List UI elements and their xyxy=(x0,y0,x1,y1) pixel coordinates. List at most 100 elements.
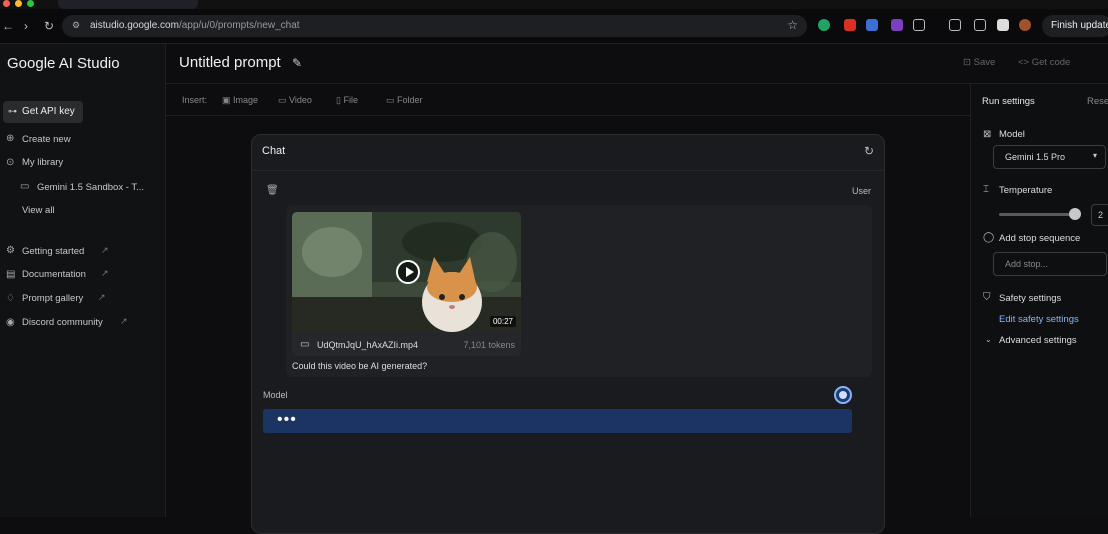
refresh-icon[interactable]: ↻ xyxy=(864,144,874,158)
user-role-label[interactable]: User xyxy=(852,186,871,196)
reset-button[interactable]: Rese xyxy=(1087,96,1108,107)
address-bar[interactable]: ⚙ aistudio.google.com/app/u/0/prompts/ne… xyxy=(62,15,807,37)
run-settings-title: Run settings xyxy=(982,96,1035,107)
stop-sequence-label: Add stop sequence xyxy=(999,233,1081,244)
typing-indicator: ••• xyxy=(277,411,297,428)
insert-folder-button[interactable]: ▭ Folder xyxy=(386,95,423,106)
temperature-label: Temperature xyxy=(999,185,1053,196)
video-duration: 00:27 xyxy=(489,316,516,327)
video-filename: UdQtmJqU_hAxAZIi.mp4 xyxy=(317,340,419,350)
key-icon: ⊶ xyxy=(8,106,17,116)
insert-folder-label: Folder xyxy=(397,95,423,105)
user-prompt-text[interactable]: Could this video be AI generated? xyxy=(292,361,427,371)
extension-icon[interactable] xyxy=(818,19,830,31)
sidebar-item-discord-community[interactable]: Discord community xyxy=(22,317,103,328)
extension-icon[interactable] xyxy=(891,19,903,31)
insert-file-label: File xyxy=(343,95,358,105)
chat-divider xyxy=(252,170,884,171)
external-link-icon: ↗ xyxy=(98,292,106,302)
image-icon: ▣ xyxy=(222,95,234,105)
finish-update-button[interactable]: Finish update xyxy=(1042,15,1108,37)
insert-image-label: Image xyxy=(233,95,259,105)
model-icon: ⊠ xyxy=(983,129,992,140)
dropdown-arrow-icon: ▾ xyxy=(1092,151,1097,160)
plus-circle-icon: ⊕ xyxy=(6,133,15,144)
sidebar-item-create-new[interactable]: Create new xyxy=(22,134,71,145)
external-link-icon: ↗ xyxy=(120,316,128,326)
edit-safety-settings-link[interactable]: Edit safety settings xyxy=(999,314,1079,325)
video-token-count: 7,101 tokens xyxy=(463,340,515,350)
advanced-settings-toggle[interactable]: Advanced settings xyxy=(999,335,1077,346)
extension-icon[interactable] xyxy=(844,19,856,31)
safety-settings-label: Safety settings xyxy=(999,293,1062,304)
sidebar-item-documentation[interactable]: Documentation xyxy=(22,269,86,280)
document-icon: ▤ xyxy=(6,269,16,280)
minimize-window-icon[interactable] xyxy=(15,0,22,7)
gear-icon: ⚙ xyxy=(6,245,15,256)
shield-icon: ⛉ xyxy=(983,292,991,303)
maximize-window-icon[interactable] xyxy=(27,0,34,7)
external-link-icon: ↗ xyxy=(101,268,109,278)
video-icon: ▭ xyxy=(278,95,290,105)
sidebar-item-prompt-gallery[interactable]: Prompt gallery xyxy=(22,293,83,304)
app-brand[interactable]: Google AI Studio xyxy=(7,55,120,72)
model-select-value: Gemini 1.5 Pro xyxy=(1005,152,1066,162)
close-window-icon[interactable] xyxy=(3,0,10,7)
loading-spinner-icon xyxy=(834,386,852,404)
code-icon: <> xyxy=(1018,57,1032,68)
back-arrow-icon[interactable]: ← xyxy=(2,19,14,33)
bookmark-star-icon[interactable]: ☆ xyxy=(787,18,798,32)
side-panel-icon[interactable] xyxy=(997,19,1009,31)
temperature-slider[interactable] xyxy=(999,213,1079,216)
sidebar-item-my-library[interactable]: My library xyxy=(22,157,63,168)
sidebar-item-gemini-sandbox[interactable]: Gemini 1.5 Sandbox - T... xyxy=(37,182,144,193)
url-text: aistudio.google.com/app/u/0/prompts/new_… xyxy=(90,20,300,31)
temperature-slider-thumb[interactable] xyxy=(1069,208,1081,220)
reading-list-icon[interactable] xyxy=(974,19,986,31)
save-label: Save xyxy=(973,57,996,68)
temperature-value-input[interactable]: 2 xyxy=(1091,204,1108,226)
insert-file-button[interactable]: ▯ File xyxy=(336,95,358,106)
trash-icon[interactable]: 🗑 xyxy=(266,185,279,196)
get-api-key-button[interactable]: ⊶ Get API key xyxy=(3,101,83,123)
thermometer-icon: ⌶ xyxy=(983,184,989,195)
sidebar-item-view-all[interactable]: View all xyxy=(22,205,55,216)
bulb-icon: ♢ xyxy=(6,293,15,304)
profile-avatar[interactable] xyxy=(1019,19,1031,31)
tab-strip xyxy=(0,0,1108,9)
model-label: Model xyxy=(999,129,1025,140)
insert-image-button[interactable]: ▣ Image xyxy=(222,95,258,106)
site-info-icon[interactable]: ⚙ xyxy=(72,20,80,31)
forward-arrow-icon[interactable]: › xyxy=(24,19,28,33)
discord-icon: ◉ xyxy=(6,317,15,328)
get-code-label: Get code xyxy=(1031,57,1071,68)
extension-icon[interactable] xyxy=(866,19,878,31)
insert-toolbar: Insert: ▣ Image ▭ Video ▯ File ▭ Folder xyxy=(166,84,970,116)
prompt-title[interactable]: Untitled prompt xyxy=(179,54,281,71)
browser-tab[interactable] xyxy=(58,0,198,9)
insert-video-button[interactable]: ▭ Video xyxy=(278,95,312,106)
reload-icon[interactable]: ↻ xyxy=(44,19,54,33)
video-file-icon: ▭ xyxy=(300,339,310,350)
model-response-pending: ••• xyxy=(263,409,852,433)
model-role-label[interactable]: Model xyxy=(263,390,288,400)
save-button[interactable]: ⊡ Save xyxy=(963,57,995,68)
get-code-button[interactable]: <> Get code xyxy=(1018,57,1070,68)
chevron-down-icon[interactable]: ⌄ xyxy=(985,335,992,344)
pencil-icon[interactable]: ✎ xyxy=(292,56,302,70)
chat-title: Chat xyxy=(262,145,286,157)
video-attachment[interactable]: 00:27 ▭ UdQtmJqU_hAxAZIi.mp4 7,101 token… xyxy=(292,212,521,356)
model-select[interactable]: Gemini 1.5 Pro ▾ xyxy=(993,145,1106,169)
play-button[interactable] xyxy=(396,260,420,284)
insert-video-label: Video xyxy=(289,95,312,105)
extensions-puzzle-icon[interactable] xyxy=(913,19,925,31)
lock-icon: ⊡ xyxy=(963,57,974,68)
media-control-icon[interactable] xyxy=(949,19,961,31)
folder-icon: ▭ xyxy=(386,95,398,105)
sidebar-item-getting-started[interactable]: Getting started xyxy=(22,246,84,257)
insert-label: Insert: xyxy=(182,95,208,105)
left-sidebar: Google AI Studio ⊶ Get API key xyxy=(0,44,166,517)
stop-sequence-input[interactable]: Add stop... xyxy=(993,252,1107,276)
chat-icon: ▭ xyxy=(20,181,30,192)
external-link-icon: ↗ xyxy=(101,245,109,255)
